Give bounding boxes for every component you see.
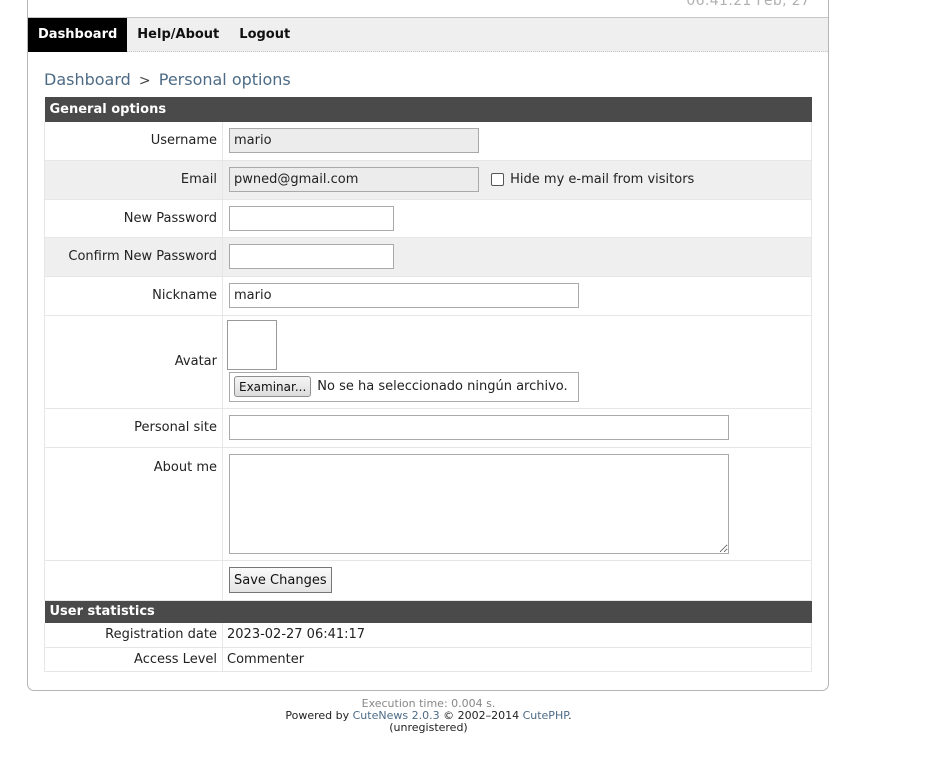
powered-by-text: Powered by (285, 709, 350, 722)
avatar-preview (227, 319, 277, 370)
username-input[interactable] (229, 128, 479, 154)
about-me-textarea[interactable] (229, 453, 729, 554)
confirm-password-input[interactable] (229, 244, 394, 269)
personal-site-label: Personal site (44, 408, 223, 448)
personal-site-input[interactable] (229, 415, 729, 440)
file-status-text: No se ha seleccionado ningún archivo. (317, 379, 568, 394)
confirm-password-label: Confirm New Password (44, 237, 223, 277)
access-level-value: Commenter (222, 647, 812, 672)
personal-options-table: General options Username Email Hide my e… (44, 97, 812, 672)
breadcrumb-dashboard-link[interactable]: Dashboard (44, 70, 131, 89)
clock: 06:41:21 Feb, 27 (686, 0, 810, 9)
breadcrumb-current: Personal options (158, 70, 291, 89)
save-row-spacer (44, 560, 223, 601)
save-changes-button[interactable]: Save Changes (229, 567, 332, 593)
avatar-label: Avatar (44, 315, 223, 409)
breadcrumb-separator: > (138, 73, 151, 89)
nav-dashboard[interactable]: Dashboard (28, 18, 128, 52)
email-label: Email (44, 160, 223, 200)
nav-help-about[interactable]: Help/About (127, 18, 229, 52)
general-options-header: General options (44, 97, 812, 122)
email-input[interactable] (229, 167, 479, 192)
avatar-file-input[interactable]: Examinar... No se ha seleccionado ningún… (229, 371, 579, 402)
new-password-label: New Password (44, 199, 223, 238)
browse-file-button[interactable]: Examinar... (234, 376, 312, 397)
registration-date-value: 2023-02-27 06:41:17 (222, 623, 812, 648)
footer: Execution time: 0.004 s. Powered by Cute… (0, 698, 857, 734)
new-password-input[interactable] (229, 205, 394, 231)
footer-period: . (568, 709, 572, 722)
username-label: Username (44, 122, 223, 161)
top-nav-bar: Dashboard Help/About Logout (28, 17, 828, 52)
hide-email-label: Hide my e-mail from visitors (510, 172, 695, 187)
main-panel: 06:41:21 Feb, 27 Dashboard Help/About Lo… (27, 0, 829, 691)
hide-email-checkbox[interactable] (491, 173, 505, 186)
cutephp-link[interactable]: CutePHP (523, 709, 569, 722)
user-statistics-header: User statistics (44, 600, 812, 623)
nickname-input[interactable] (229, 283, 579, 308)
about-me-label: About me (44, 447, 223, 561)
registration-date-label: Registration date (44, 623, 223, 648)
nav-logout[interactable]: Logout (229, 18, 300, 52)
access-level-label: Access Level (44, 647, 223, 672)
breadcrumb: Dashboard > Personal options (44, 70, 291, 89)
nickname-label: Nickname (44, 276, 223, 316)
unregistered-text: (unregistered) (389, 721, 468, 734)
